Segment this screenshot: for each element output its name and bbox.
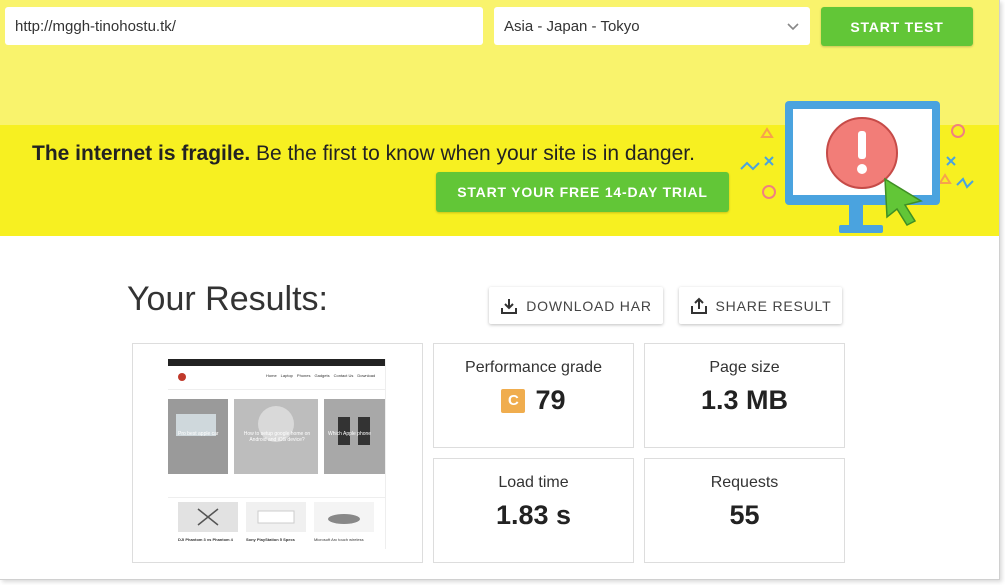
share-result-label: SHARE RESULT [715, 297, 832, 314]
grade-badge: C [501, 388, 526, 413]
preview-featured-caption: Which Apple phone [328, 431, 372, 437]
page-size-card: Page size 1.3 MB [644, 343, 845, 448]
preview-nav: Home Laptop Phones Gadgets Contact Us Do… [266, 373, 375, 378]
performance-grade-label: Performance grade [465, 359, 602, 376]
requests-value: 55 [729, 500, 760, 530]
banner-headline-rest: Be the first to know when your site is i… [250, 142, 695, 165]
preview-nav-item: Contact Us [333, 373, 354, 378]
download-icon [501, 298, 518, 314]
location-select[interactable]: Asia - Japan - Tokyo [494, 7, 810, 45]
download-har-label: DOWNLOAD HAR [526, 297, 652, 314]
preview-nav-item: Home [266, 373, 277, 378]
preview-product-caption: DJI Phantom 3 vs Phantom 4 [178, 537, 233, 542]
location-selected-value: Asia - Japan - Tokyo [504, 17, 640, 35]
start-test-button[interactable]: START TEST [821, 7, 973, 46]
preview-nav-item: Laptop [280, 373, 293, 378]
performance-score: 79 [535, 385, 566, 415]
alert-monitor-illustration [740, 101, 974, 233]
free-trial-button[interactable]: START YOUR FREE 14-DAY TRIAL [436, 172, 729, 212]
banner-headline: The internet is fragile. Be the first to… [32, 142, 695, 166]
load-time-label: Load time [498, 474, 569, 491]
site-preview-image [168, 359, 385, 532]
share-result-button[interactable]: SHARE RESULT [679, 287, 842, 324]
results-title: Your Results: [127, 280, 328, 318]
requests-label: Requests [710, 474, 779, 491]
performance-grade-card: Performance grade C 79 [433, 343, 634, 448]
page-screenshot-card: Home Laptop Phones Gadgets Contact Us Do… [132, 343, 423, 563]
page-size-value: 1.3 MB [700, 385, 789, 415]
share-icon [690, 297, 707, 314]
chevron-down-icon [787, 23, 799, 31]
preview-product-caption: Microsoft Arc touch wireless [314, 537, 364, 542]
download-har-button[interactable]: DOWNLOAD HAR [489, 287, 663, 324]
preview-featured-caption: How to setup google home on Android and … [243, 431, 311, 443]
preview-product-caption: Sony PlayStation 5 Specs [246, 537, 295, 542]
url-input[interactable] [5, 7, 483, 45]
banner-headline-bold: The internet is fragile. [32, 142, 251, 165]
requests-card: Requests 55 [644, 458, 845, 563]
preview-nav-item: Download [357, 373, 376, 378]
page-screenshot-thumbnail: Home Laptop Phones Gadgets Contact Us Do… [168, 359, 386, 549]
preview-nav-item: Phones [296, 373, 311, 378]
load-time-card: Load time 1.83 s [433, 458, 634, 563]
load-time-value: 1.83 s [495, 500, 572, 530]
page-size-label: Page size [709, 359, 780, 376]
preview-nav-item: Gadgets [314, 373, 330, 378]
performance-grade-value: C 79 [434, 385, 633, 416]
preview-featured-caption: Pro best apple car [178, 431, 219, 437]
browser-viewport: Asia - Japan - Tokyo START TEST The inte… [0, 0, 1000, 580]
